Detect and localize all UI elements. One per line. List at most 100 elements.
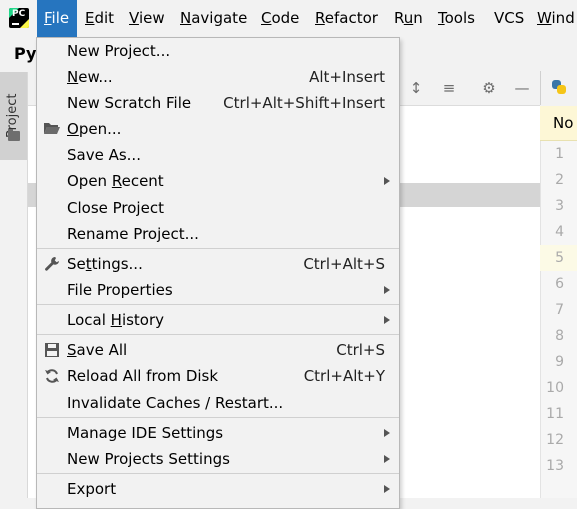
menu-code[interactable]: Code bbox=[261, 0, 299, 37]
menu-separator bbox=[37, 473, 399, 474]
menu-item-new-scratch-file[interactable]: New Scratch File Ctrl+Alt+Shift+Insert bbox=[37, 90, 399, 116]
menu-view-mnemonic: V bbox=[129, 9, 139, 27]
submenu-arrow-icon bbox=[384, 316, 390, 324]
folder-open-icon bbox=[43, 121, 61, 137]
export-label: Export bbox=[67, 480, 117, 498]
save-all-mnemonic: S bbox=[67, 341, 77, 359]
menu-item-manage-ide-settings[interactable]: Manage IDE Settings bbox=[37, 420, 399, 446]
local-history-pre: Local bbox=[67, 311, 111, 329]
local-history-mnemonic: H bbox=[110, 311, 122, 329]
project-title[interactable]: Py bbox=[14, 44, 36, 63]
banner-text: No bbox=[553, 114, 574, 132]
new-shortcut: Alt+Insert bbox=[309, 68, 385, 86]
menu-item-save-all[interactable]: Save All Ctrl+S bbox=[37, 337, 399, 363]
menu-vcs[interactable]: VCS bbox=[494, 0, 524, 37]
menu-item-export[interactable]: Export bbox=[37, 476, 399, 502]
collapse-all-icon[interactable]: ≡ bbox=[441, 80, 457, 96]
reload-all-label: Reload All from Disk bbox=[67, 367, 219, 385]
line-number: 8 bbox=[555, 328, 564, 344]
menu-navigate[interactable]: Navigate bbox=[180, 0, 247, 37]
submenu-arrow-icon bbox=[384, 429, 390, 437]
open-recent-label: ecent bbox=[121, 172, 164, 190]
line-number: 6 bbox=[555, 276, 564, 292]
wrench-icon bbox=[43, 256, 61, 272]
save-icon bbox=[43, 342, 61, 358]
menu-run[interactable]: Run bbox=[394, 0, 423, 37]
submenu-arrow-icon bbox=[384, 177, 390, 185]
line-number: 13 bbox=[546, 458, 564, 474]
menu-item-invalidate-caches[interactable]: Invalidate Caches / Restart... bbox=[37, 390, 399, 416]
pycharm-logo-icon[interactable]: PC bbox=[9, 8, 29, 28]
line-number: 5 bbox=[555, 250, 564, 266]
open-label: pen... bbox=[78, 120, 122, 138]
menu-item-new[interactable]: New... Alt+Insert bbox=[37, 64, 399, 90]
menu-run-mnemonic: u bbox=[403, 9, 414, 27]
menu-edit[interactable]: Edit bbox=[85, 0, 114, 37]
menu-refactor-label: efactor bbox=[324, 9, 378, 27]
line-number: 10 bbox=[546, 380, 564, 396]
submenu-arrow-icon bbox=[384, 485, 390, 493]
menu-item-local-history[interactable]: Local History bbox=[37, 307, 399, 333]
menu-separator bbox=[37, 417, 399, 418]
folder-icon bbox=[8, 129, 20, 141]
menu-vcs-label: VCS bbox=[494, 9, 525, 27]
new-scratch-label: New Scratch File bbox=[67, 94, 192, 112]
settings-label: tings... bbox=[91, 255, 143, 273]
close-project-label: Close Project bbox=[67, 199, 164, 217]
menu-refactor-mnemonic: R bbox=[315, 9, 325, 27]
open-recent-pre: Open bbox=[67, 172, 112, 190]
new-scratch-shortcut: Ctrl+Alt+Shift+Insert bbox=[223, 94, 385, 112]
line-number: 11 bbox=[546, 406, 564, 422]
menu-item-new-projects-settings[interactable]: New Projects Settings bbox=[37, 446, 399, 472]
settings-pre: Se bbox=[67, 255, 86, 273]
menu-view-label: iew bbox=[138, 9, 165, 27]
line-number: 9 bbox=[555, 354, 564, 370]
minimize-icon[interactable]: — bbox=[514, 80, 530, 96]
menu-item-close-project[interactable]: Close Project bbox=[37, 195, 399, 221]
reload-all-shortcut: Ctrl+Alt+Y bbox=[303, 367, 385, 385]
menu-item-file-properties[interactable]: File Properties bbox=[37, 277, 399, 303]
submenu-arrow-icon bbox=[384, 286, 390, 294]
save-all-shortcut: Ctrl+S bbox=[336, 341, 385, 359]
menu-code-label: ode bbox=[271, 9, 300, 27]
gear-icon[interactable]: ⚙ bbox=[481, 80, 497, 96]
python-file-icon bbox=[552, 80, 566, 94]
menu-window-label: ind bbox=[551, 9, 575, 27]
menu-separator bbox=[37, 248, 399, 249]
save-as-label: Save As... bbox=[67, 146, 141, 164]
menu-item-new-project[interactable]: New Project... bbox=[37, 38, 399, 64]
menu-item-rename-project[interactable]: Rename Project... bbox=[37, 221, 399, 247]
menu-file-mnemonic: F bbox=[44, 9, 52, 27]
menu-tools[interactable]: Tools bbox=[438, 0, 475, 37]
menu-window-mnemonic: W bbox=[537, 9, 552, 27]
open-mnemonic: O bbox=[67, 120, 79, 138]
main-menu-bar: PC File Edit View Navigate Code Refactor… bbox=[0, 0, 577, 38]
menu-file[interactable]: File bbox=[37, 0, 77, 37]
menu-window[interactable]: Wind bbox=[537, 0, 575, 37]
menu-separator bbox=[37, 334, 399, 335]
invalidate-caches-label: Invalidate Caches / Restart... bbox=[67, 394, 284, 412]
menu-tools-label: ools bbox=[444, 9, 475, 27]
menu-view[interactable]: View bbox=[129, 0, 165, 37]
file-properties-label: File Properties bbox=[67, 281, 173, 299]
menu-item-settings[interactable]: Settings... Ctrl+Alt+S bbox=[37, 251, 399, 277]
save-all-label: ave All bbox=[76, 341, 128, 359]
menu-navigate-mnemonic: N bbox=[180, 9, 192, 27]
manage-ide-settings-label: Manage IDE Settings bbox=[67, 424, 224, 442]
menu-edit-label: dit bbox=[94, 9, 115, 27]
settings-shortcut: Ctrl+Alt+S bbox=[303, 255, 385, 273]
file-menu-dropdown: New Project... New... Alt+Insert New Scr… bbox=[36, 37, 400, 509]
menu-item-reload-all[interactable]: Reload All from Disk Ctrl+Alt+Y bbox=[37, 363, 399, 389]
menu-item-open-recent[interactable]: Open Recent bbox=[37, 168, 399, 194]
menu-item-open[interactable]: Open... bbox=[37, 116, 399, 142]
expand-all-icon[interactable]: ↕ bbox=[408, 80, 424, 96]
local-history-label: istory bbox=[121, 311, 165, 329]
menu-refactor[interactable]: Refactor bbox=[315, 0, 378, 37]
menu-run-pre: R bbox=[394, 9, 404, 27]
menu-navigate-label: avigate bbox=[191, 9, 248, 27]
menu-item-save-as[interactable]: Save As... bbox=[37, 142, 399, 168]
line-number: 7 bbox=[555, 302, 564, 318]
line-number: 1 bbox=[555, 146, 564, 162]
submenu-arrow-icon bbox=[384, 455, 390, 463]
new-label: ew... bbox=[78, 68, 113, 86]
